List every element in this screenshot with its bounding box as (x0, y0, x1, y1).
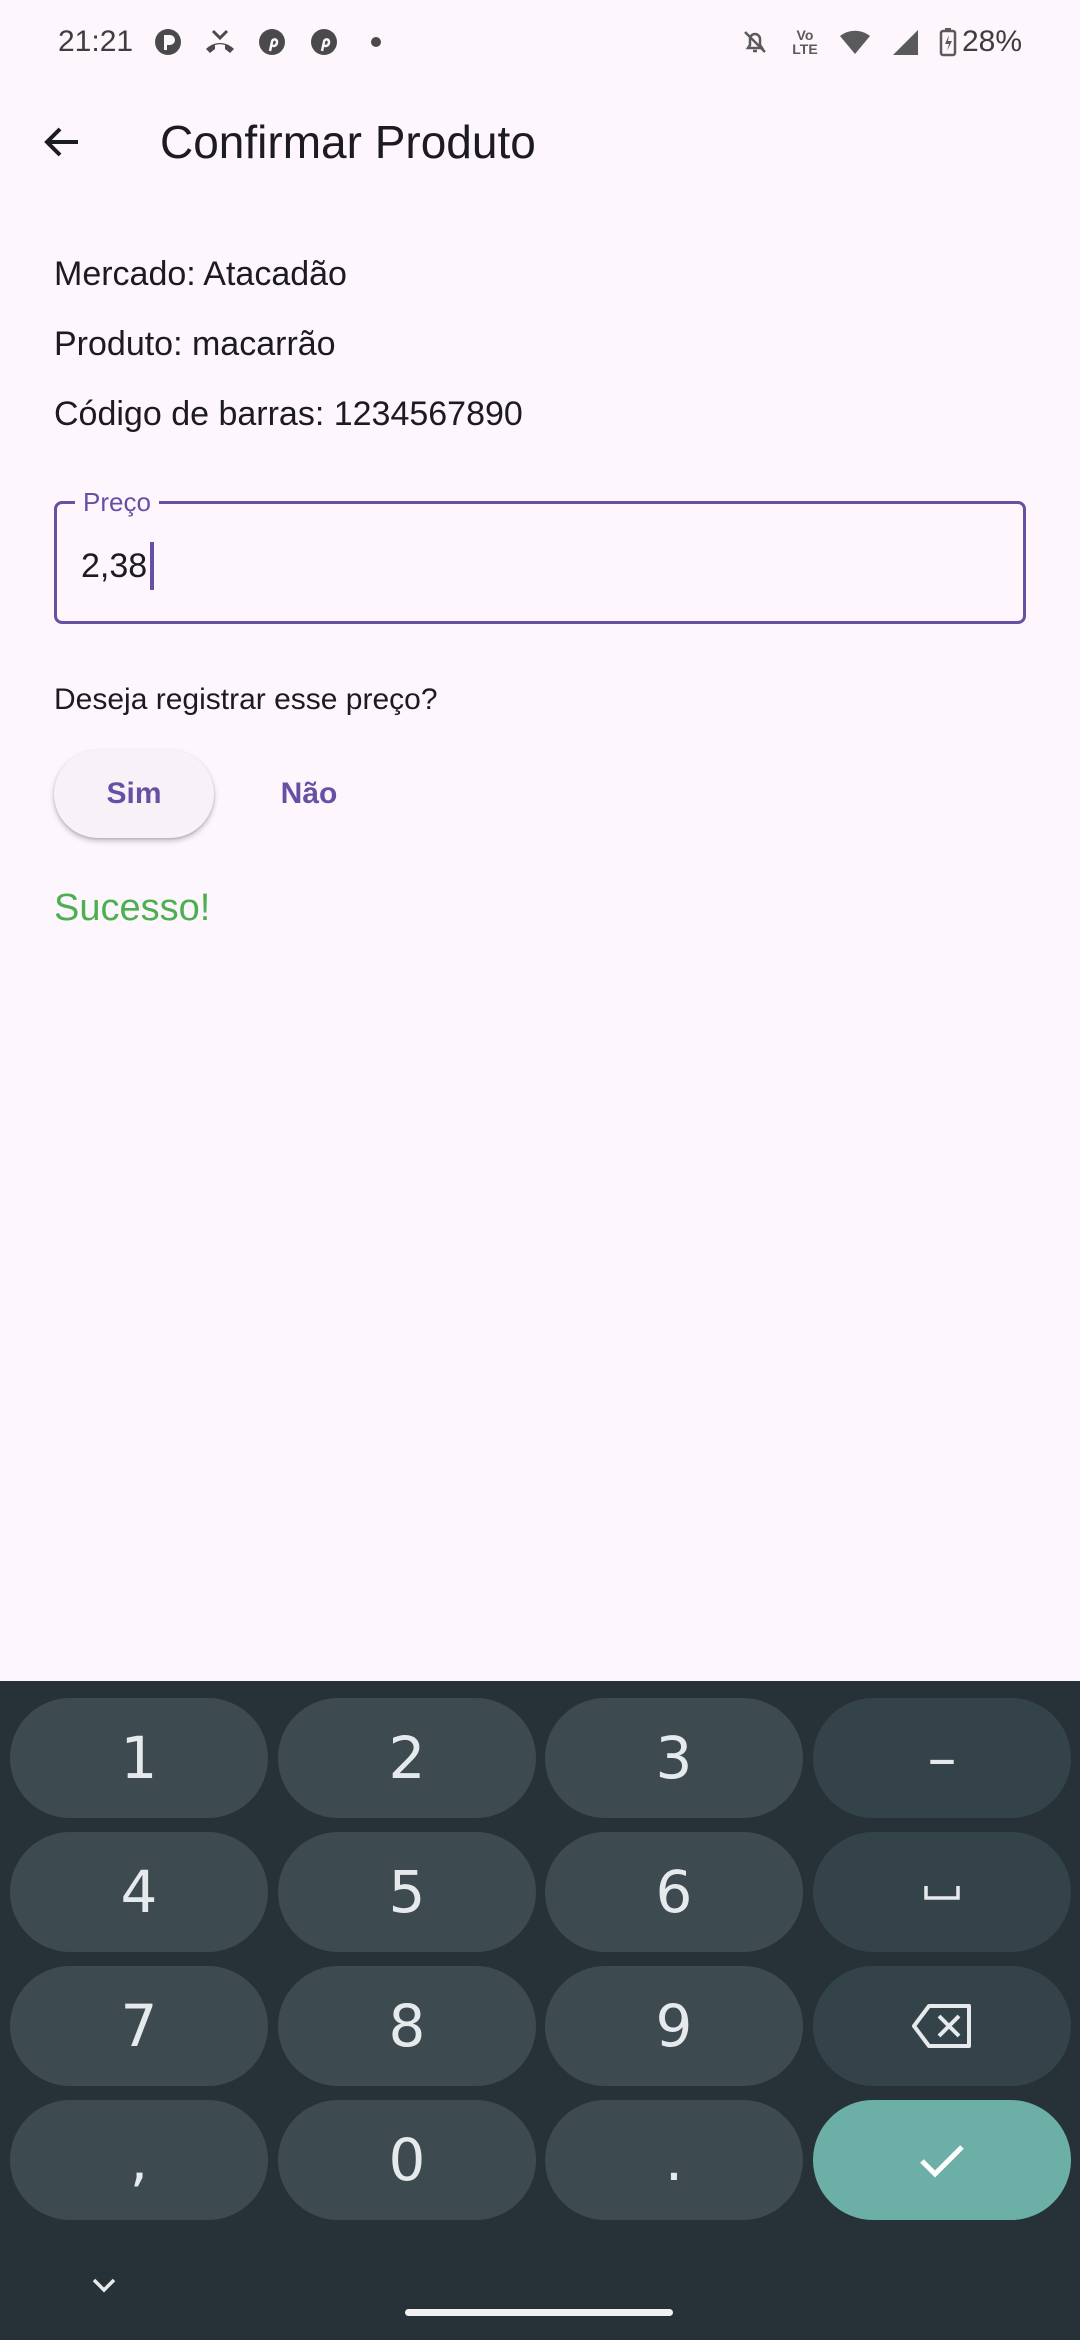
price-input[interactable]: Preço 2,38 (54, 488, 1026, 624)
key-minus[interactable]: – (813, 1698, 1071, 1818)
yes-button[interactable]: Sim (54, 750, 214, 838)
app-notification-icon (151, 25, 185, 59)
back-button[interactable] (14, 94, 110, 190)
market-text: Mercado: Atacadão (54, 255, 347, 293)
key-comma[interactable]: , (10, 2100, 268, 2220)
status-bar: 21:21 Vo LTE 28% (0, 0, 1080, 84)
key-space[interactable] (813, 1832, 1071, 1952)
chevron-down-icon (92, 2278, 116, 2293)
price-input-value-wrap: 2,38 (81, 542, 154, 590)
page-title: Confirmar Produto (160, 116, 536, 168)
key-5[interactable]: 5 (278, 1832, 536, 1952)
status-left: 21:21 (58, 25, 393, 59)
key-4[interactable]: 4 (10, 1832, 268, 1952)
price-field-label: Preço (75, 488, 159, 516)
key-8[interactable]: 8 (278, 1966, 536, 2086)
text-cursor (150, 542, 154, 590)
silent-icon (738, 25, 772, 59)
product-info: Mercado: Atacadão Produto: macarrão Códi… (54, 254, 1026, 464)
status-time: 21:21 (58, 25, 134, 58)
signal-icon (888, 25, 922, 59)
key-2[interactable]: 2 (278, 1698, 536, 1818)
key-7[interactable]: 7 (10, 1966, 268, 2086)
no-button[interactable]: Não (244, 750, 374, 838)
space-icon (924, 1886, 960, 1900)
key-backspace[interactable] (813, 1966, 1071, 2086)
backspace-icon (912, 2004, 971, 2048)
battery-percent: 28% (961, 25, 1022, 58)
status-right: Vo LTE 28% (738, 25, 1022, 59)
missed-call-icon (203, 25, 237, 59)
pinterest-icon (307, 25, 341, 59)
battery-charging-icon (938, 25, 958, 59)
barcode-text: Código de barras: 1234567890 (54, 395, 523, 433)
key-3[interactable]: 3 (545, 1698, 803, 1818)
key-6[interactable]: 6 (545, 1832, 803, 1952)
app-bar: Confirmar Produto (0, 84, 1080, 200)
key-0[interactable]: 0 (278, 2100, 536, 2220)
more-notifications-dot (359, 25, 393, 59)
check-icon (920, 2145, 964, 2178)
key-1[interactable]: 1 (10, 1698, 268, 1818)
price-input-value: 2,38 (81, 546, 148, 585)
home-indicator[interactable] (405, 2309, 673, 2316)
product-text: Produto: macarrão (54, 325, 336, 363)
wifi-icon (838, 25, 872, 59)
key-enter[interactable] (813, 2100, 1071, 2220)
success-message: Sucesso! (54, 887, 211, 929)
key-dot[interactable]: . (545, 2100, 803, 2220)
confirm-question: Deseja registrar esse preço? (54, 683, 438, 716)
keyboard-collapse-button[interactable] (80, 2265, 128, 2305)
arrow-back-icon (44, 127, 78, 157)
pinterest-icon (255, 25, 289, 59)
confirm-buttons: Sim Não (54, 750, 374, 838)
volte-icon: Vo LTE (792, 27, 818, 57)
key-9[interactable]: 9 (545, 1966, 803, 2086)
